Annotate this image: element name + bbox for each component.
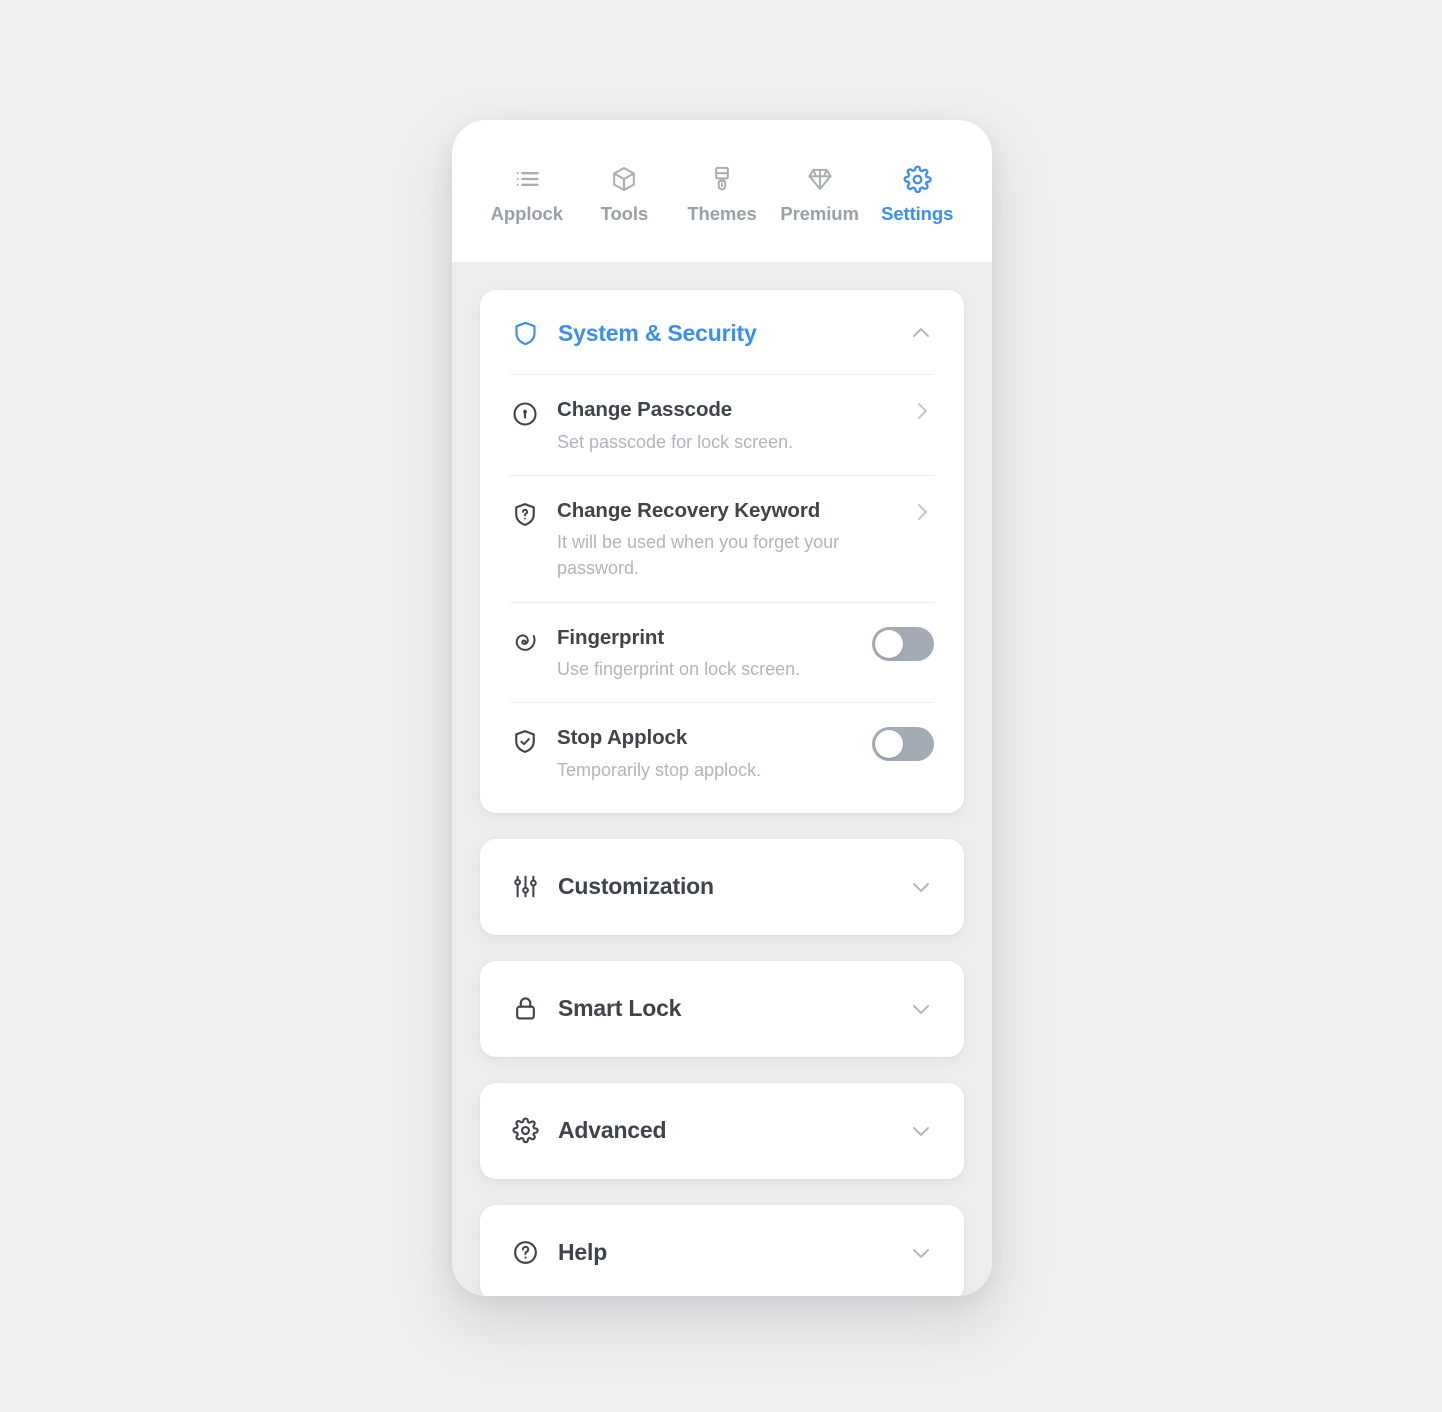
section-customization: Customization — [480, 838, 964, 935]
list-icon — [512, 164, 542, 194]
section-smart-lock: Smart Lock — [480, 960, 964, 1057]
shield-question-icon — [510, 500, 540, 530]
sliders-icon — [510, 872, 540, 902]
chevron-down-icon[interactable] — [908, 1118, 934, 1144]
row-action-change-passcode[interactable] — [910, 399, 934, 423]
section-header-customization[interactable]: Customization — [480, 839, 964, 935]
row-title-stop-applock: Stop Applock — [557, 726, 688, 750]
gear-icon — [510, 1116, 540, 1146]
row-title-change-passcode: Change Passcode — [557, 398, 733, 421]
section-help: Help — [480, 1204, 964, 1296]
section-title-help: Help — [558, 1239, 608, 1266]
fingerprint-toggle[interactable] — [872, 626, 934, 661]
padlock-icon — [510, 994, 540, 1024]
toggle-knob — [875, 629, 903, 658]
section-title-customization: Customization — [558, 873, 714, 900]
section-rows-system-security: Change Passcode Set passcode for lock sc… — [480, 375, 964, 813]
tab-tools[interactable]: Tools — [576, 164, 674, 225]
toggle-knob — [875, 730, 903, 759]
row-text-change-passcode: Change Passcode Set passcode for lock sc… — [557, 397, 893, 455]
section-title-smart-lock: Smart Lock — [558, 995, 682, 1022]
section-advanced: Advanced — [480, 1082, 964, 1179]
chevron-down-icon[interactable] — [908, 996, 934, 1022]
row-text-change-recovery-keyword: Change Recovery Keyword It will be used … — [557, 498, 893, 582]
chevron-down-icon[interactable] — [908, 874, 934, 900]
stop-applock-toggle[interactable] — [872, 727, 934, 762]
row-change-recovery-keyword[interactable]: Change Recovery Keyword It will be used … — [510, 476, 934, 603]
section-title-advanced: Advanced — [558, 1117, 667, 1144]
fingerprint-spiral-icon — [510, 627, 540, 657]
settings-scroll-area[interactable]: System & Security Change Passcode Set pa… — [452, 262, 992, 1296]
phone-frame: Applock Tools Themes Premium Settings Sy… — [452, 120, 992, 1296]
chevron-up-icon[interactable] — [908, 320, 934, 346]
chevron-down-icon[interactable] — [908, 1240, 934, 1266]
chevron-right-icon — [910, 500, 934, 524]
shield-icon — [510, 318, 540, 348]
section-header-help[interactable]: Help — [480, 1205, 964, 1296]
tab-premium[interactable]: Premium — [771, 164, 869, 225]
tab-label-premium: Premium — [780, 203, 859, 224]
row-title-change-recovery-keyword: Change Recovery Keyword — [557, 498, 821, 522]
row-change-passcode[interactable]: Change Passcode Set passcode for lock sc… — [510, 375, 934, 476]
keyhole-circle-icon — [510, 399, 540, 429]
row-subtitle-change-passcode: Set passcode for lock screen. — [557, 431, 794, 452]
row-action-fingerprint — [872, 626, 934, 661]
row-stop-applock[interactable]: Stop Applock Temporarily stop applock. — [510, 703, 934, 813]
row-subtitle-change-recovery-keyword: It will be used when you forget your pas… — [557, 532, 840, 579]
tab-settings[interactable]: Settings — [868, 164, 966, 225]
tab-label-settings: Settings — [881, 203, 954, 224]
row-fingerprint[interactable]: Fingerprint Use fingerprint on lock scre… — [510, 603, 934, 704]
row-text-stop-applock: Stop Applock Temporarily stop applock. — [557, 725, 855, 783]
row-action-change-recovery-keyword[interactable] — [910, 500, 934, 524]
row-title-fingerprint: Fingerprint — [557, 625, 665, 649]
tab-label-themes: Themes — [687, 203, 757, 224]
chevron-right-icon — [910, 399, 934, 423]
section-title-system-security: System & Security — [558, 319, 757, 346]
row-text-fingerprint: Fingerprint Use fingerprint on lock scre… — [557, 625, 855, 683]
row-subtitle-stop-applock: Temporarily stop applock. — [557, 759, 762, 780]
page-root: Applock Tools Themes Premium Settings Sy… — [0, 0, 1442, 1412]
main-tabbar: Applock Tools Themes Premium Settings — [452, 120, 992, 262]
tab-label-applock: Applock — [490, 203, 563, 224]
section-system-security: System & Security Change Passcode Set pa… — [480, 290, 964, 813]
tab-label-tools: Tools — [600, 203, 649, 224]
question-circle-icon — [510, 1238, 540, 1268]
section-header-advanced[interactable]: Advanced — [480, 1083, 964, 1179]
cube-icon — [609, 164, 639, 194]
gear-icon — [902, 164, 932, 194]
diamond-icon — [805, 164, 835, 194]
row-subtitle-fingerprint: Use fingerprint on lock screen. — [557, 659, 801, 680]
row-action-stop-applock — [872, 727, 934, 762]
tab-applock[interactable]: Applock — [478, 164, 576, 225]
section-header-smart-lock[interactable]: Smart Lock — [480, 961, 964, 1057]
section-header-system-security[interactable]: System & Security — [480, 290, 964, 374]
brush-icon — [707, 164, 737, 194]
shield-check-icon — [510, 727, 540, 757]
tab-themes[interactable]: Themes — [673, 164, 771, 225]
